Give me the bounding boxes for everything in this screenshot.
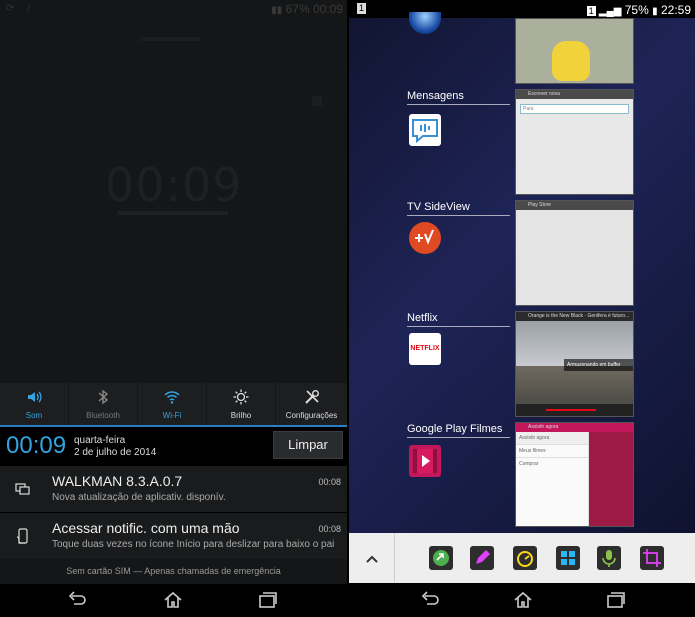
app-thumbnail[interactable]: Escrever nova Para bbox=[515, 89, 634, 195]
app-title[interactable]: TV SideView bbox=[407, 201, 470, 213]
small-apps-bar bbox=[349, 533, 695, 583]
one-hand-icon bbox=[15, 528, 31, 544]
qs-bluetooth[interactable]: Bluetooth bbox=[69, 383, 138, 425]
qs-brightness[interactable]: Brilho bbox=[207, 383, 276, 425]
quick-settings: Som Bluetooth Wi-Fi Brilho Configurações bbox=[0, 383, 347, 425]
thumbnail-poster bbox=[589, 432, 633, 526]
notification-title: WALKMAN 8.3.A.0.7 bbox=[52, 473, 183, 489]
sim-status-text: Sem cartão SIM — Apenas chamadas de emer… bbox=[66, 566, 281, 576]
recent-apps-icon[interactable] bbox=[258, 590, 278, 610]
timer-icon[interactable] bbox=[513, 546, 537, 570]
clear-button[interactable]: Limpar bbox=[273, 431, 343, 459]
camera-icon bbox=[312, 96, 322, 106]
note-icon[interactable] bbox=[470, 546, 494, 570]
headset-icon: ♪ bbox=[26, 2, 32, 14]
qs-brightness-label: Brilho bbox=[230, 411, 252, 420]
app-title[interactable]: Google Play Filmes bbox=[407, 423, 502, 435]
expand-up-button[interactable] bbox=[349, 533, 395, 583]
bluetooth-icon bbox=[69, 389, 137, 409]
battery-icon: ▮ bbox=[652, 6, 658, 17]
toy-figure bbox=[552, 41, 590, 81]
lockscreen-clock: 00:09 bbox=[105, 158, 243, 212]
header-weekday: quarta-feira bbox=[74, 435, 126, 446]
navigation-bar bbox=[349, 583, 695, 617]
notification-time: 00:08 bbox=[318, 477, 341, 487]
notification-text: Nova atualização de aplicativ. disponív. bbox=[52, 492, 226, 503]
back-icon[interactable] bbox=[66, 590, 86, 610]
home-icon[interactable] bbox=[513, 590, 533, 610]
qs-settings-label: Configurações bbox=[285, 411, 338, 420]
signal-icon: ▂▄▆ bbox=[598, 6, 622, 17]
app-title[interactable]: Mensagens bbox=[407, 90, 464, 102]
clock: 00:09 bbox=[312, 2, 343, 16]
menu-item: Comprar bbox=[516, 457, 588, 470]
qs-settings[interactable]: Configurações bbox=[276, 383, 347, 425]
browser-icon[interactable] bbox=[429, 546, 453, 570]
lockscreen-decoration bbox=[140, 37, 200, 41]
notification-item[interactable]: Acessar notific. com uma mão Toque duas … bbox=[0, 512, 347, 559]
signal-icon: ▮▮ bbox=[271, 5, 283, 16]
clock: 22:59 bbox=[660, 3, 691, 17]
app-underline bbox=[407, 215, 510, 216]
app-thumbnail[interactable]: Assistir agora Assistir agora Meus filme… bbox=[515, 422, 634, 527]
app-thumbnail[interactable] bbox=[515, 18, 634, 84]
thumbnail-header: Assistir agora bbox=[516, 423, 633, 432]
app-underline bbox=[407, 437, 510, 438]
play-movies-icon[interactable] bbox=[409, 445, 441, 477]
menu-item: Meus filmes bbox=[516, 444, 588, 457]
home-icon[interactable] bbox=[163, 590, 183, 610]
thumbnail-header: Orange is the New Black · Genifera é fut… bbox=[516, 312, 633, 321]
thumbnail-menu: Assistir agora Meus filmes Comprar bbox=[516, 432, 589, 526]
thumbnail-header: Escrever nova bbox=[516, 90, 633, 99]
wifi-icon bbox=[138, 389, 206, 409]
battery-level: 67% bbox=[285, 2, 310, 16]
settings-tools-icon bbox=[276, 389, 347, 409]
notification-item[interactable]: WALKMAN 8.3.A.0.7 Nova atualização de ap… bbox=[0, 465, 347, 512]
battery-level: 75% bbox=[624, 3, 649, 17]
app-thumbnail[interactable]: Play Store bbox=[515, 200, 634, 306]
recent-apps-icon[interactable] bbox=[606, 590, 626, 610]
status-bar: ⟳ ♪ ▮▮ 67% 00:09 bbox=[0, 0, 347, 19]
notification-badge: 1 bbox=[586, 6, 596, 16]
voice-recorder-icon[interactable] bbox=[597, 546, 621, 570]
notification-time: 00:08 bbox=[318, 524, 341, 534]
brightness-icon bbox=[207, 389, 275, 409]
sync-icon: ⟳ bbox=[6, 3, 15, 14]
app-title[interactable]: Netflix bbox=[407, 312, 438, 324]
notification-panel: ⟳ ♪ ▮▮ 67% 00:09 00:09 Som Bluetooth Wi-… bbox=[0, 0, 347, 617]
lockscreen-date bbox=[118, 211, 228, 215]
progress-bar bbox=[546, 409, 596, 411]
camera-app-icon[interactable] bbox=[409, 12, 441, 34]
header-time: 00:09 bbox=[6, 432, 67, 459]
speaker-icon bbox=[0, 389, 68, 409]
update-icon bbox=[15, 481, 31, 497]
back-icon[interactable] bbox=[419, 590, 439, 610]
calculator-icon[interactable] bbox=[556, 546, 580, 570]
app-thumbnail[interactable]: Orange is the New Black · Genifera é fut… bbox=[515, 311, 634, 417]
qs-wifi[interactable]: Wi-Fi bbox=[138, 383, 207, 425]
sony-icon: 1 bbox=[357, 3, 366, 14]
thumbnail-field: Para bbox=[520, 104, 629, 114]
messages-icon[interactable] bbox=[409, 114, 441, 146]
notification-text: Toque duas vezes no ícone Início para de… bbox=[52, 539, 335, 550]
qs-sound-label: Som bbox=[25, 411, 43, 420]
video-controls bbox=[516, 404, 633, 416]
qs-wifi-label: Wi-Fi bbox=[162, 411, 182, 420]
screen-clip-icon[interactable] bbox=[640, 546, 664, 570]
recent-apps-screen: 1 1 ▂▄▆ 75% ▮ 22:59 Mensagens Escrever n… bbox=[349, 0, 695, 617]
menu-item: Assistir agora bbox=[516, 432, 588, 444]
netflix-icon[interactable]: NETFLIX bbox=[409, 333, 441, 365]
app-underline bbox=[407, 326, 510, 327]
header-date: 2 de julho de 2014 bbox=[74, 447, 157, 458]
navigation-bar bbox=[0, 584, 347, 617]
notification-title: Acessar notific. com uma mão bbox=[52, 520, 240, 536]
buffering-text: Armazenando em buffer bbox=[564, 359, 633, 371]
video-road bbox=[516, 366, 633, 406]
qs-sound[interactable]: Som bbox=[0, 383, 69, 425]
qs-bluetooth-label: Bluetooth bbox=[86, 411, 120, 420]
status-bar: 1 1 ▂▄▆ 75% ▮ 22:59 bbox=[349, 0, 695, 18]
tv-sideview-icon[interactable] bbox=[409, 222, 441, 254]
thumbnail-header: Play Store bbox=[516, 201, 633, 210]
app-underline bbox=[407, 104, 510, 105]
